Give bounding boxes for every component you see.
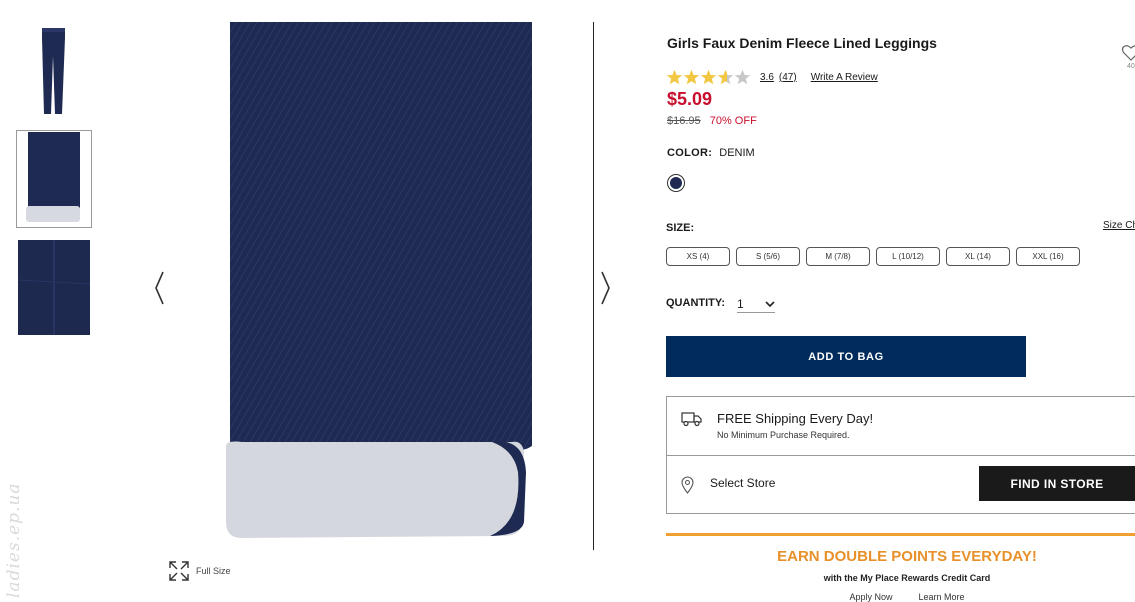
gallery-divider [593,22,594,550]
rating-row: 3.6 (47) Write A Review [666,68,878,86]
thumbnail-front[interactable] [18,26,90,118]
promo-subtitle: with the My Place Rewards Credit Card [823,573,991,583]
rating-value[interactable]: 3.6 [760,72,774,83]
discount-badge: 70% OFF [709,115,757,127]
price-details: $16.95 70% OFF [667,115,757,127]
select-store-link[interactable]: Select Store [710,476,775,490]
fulfillment-divider [666,455,1135,456]
fabric-detail-image [18,240,90,335]
promo-links: Apply Now Learn More [666,592,1135,602]
swatch-fill [670,177,682,189]
watermark-text: ladies.ep.ua [4,482,24,598]
review-count[interactable]: (47) [779,72,797,83]
promo-title: EARN DOUBLE POINTS EVERYDAY! [777,548,1037,565]
write-review-link[interactable]: Write A Review [811,72,878,83]
size-option-m[interactable]: M (7/8) [806,247,870,266]
next-image-button[interactable] [597,268,613,308]
size-option-xs[interactable]: XS (4) [666,247,730,266]
color-swatch-denim[interactable] [667,174,685,192]
quantity-label: QUANTITY: [666,297,726,309]
size-option-l[interactable]: L (10/12) [876,247,940,266]
free-shipping-title: FREE Shipping Every Day! [717,411,874,426]
add-to-bag-button[interactable]: ADD TO BAG [666,336,1026,377]
full-size-button[interactable]: Full Size [168,560,231,582]
sale-price: $5.09 [667,89,713,109]
product-title: Girls Faux Denim Fleece Lined Leggings [667,35,937,51]
apply-now-link[interactable]: Apply Now [849,592,892,602]
original-price: $16.95 [667,115,701,127]
heart-icon [1121,45,1135,61]
leggings-front-image [42,28,65,114]
full-size-label: Full Size [196,566,231,576]
learn-more-link[interactable]: Learn More [919,592,965,602]
size-chart-link[interactable]: Size Chart [1103,220,1135,231]
size-option-xl[interactable]: XL (14) [946,247,1010,266]
size-option-s[interactable]: S (5/6) [736,247,800,266]
main-product-image [225,22,532,538]
quantity-value: 1 [737,296,744,311]
location-pin-icon [681,476,694,494]
color-value: DENIM [719,147,755,159]
shipping-truck-icon [681,412,702,427]
color-row: COLOR: DENIM [667,147,755,159]
free-shipping-subtitle: No Minimum Purchase Required. [717,430,850,440]
star-rating-icon [666,69,751,85]
wishlist-count: 40 [1127,63,1135,70]
thumbnail-cuff[interactable] [16,130,92,228]
prev-image-button[interactable] [152,268,168,308]
expand-icon [169,561,189,581]
chevron-left-icon [155,271,164,305]
thumbnail-fabric[interactable] [18,240,90,335]
chevron-right-icon [601,271,610,305]
size-option-xxl[interactable]: XXL (16) [1016,247,1080,266]
size-label: SIZE: [666,222,695,234]
chevron-down-icon [765,300,775,307]
promo-divider [666,533,1135,536]
color-label: COLOR: [667,147,713,159]
leggings-cuff-image [26,132,80,222]
find-in-store-button[interactable]: FIND IN STORE [979,466,1135,501]
quantity-select[interactable]: 1 [737,295,775,313]
size-options: XS (4) S (5/6) M (7/8) L (10/12) XL (14)… [666,247,1080,266]
